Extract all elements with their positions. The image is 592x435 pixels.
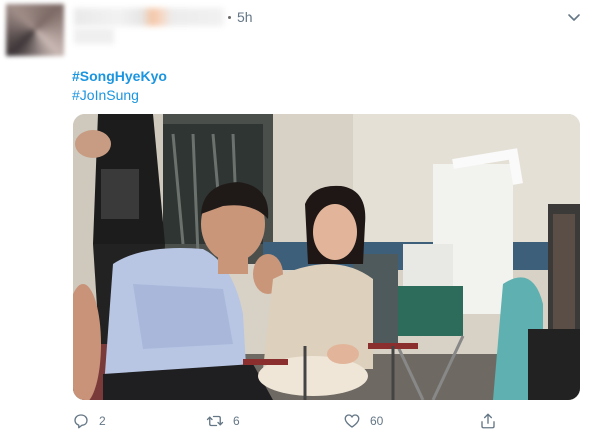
tweet-photo[interactable]: [73, 114, 580, 400]
author-handle-blurred: [74, 28, 114, 44]
tweet-actions: 2 6 60: [0, 405, 592, 435]
avatar[interactable]: [6, 4, 64, 56]
reply-icon: [74, 414, 88, 429]
share-icon: [481, 413, 495, 429]
hashtag-joinsung[interactable]: #JoInSung: [72, 87, 139, 103]
like-count: 60: [370, 414, 384, 428]
reply-count: 2: [99, 414, 106, 428]
like-button[interactable]: 60: [343, 411, 383, 431]
hashtag-songhyekyo[interactable]: #SongHyeKyo: [72, 68, 167, 84]
chevron-down-icon[interactable]: [566, 9, 582, 25]
retweet-button[interactable]: 6: [206, 411, 240, 431]
author-name-blurred[interactable]: [74, 8, 224, 26]
photo-illustration: [73, 114, 580, 400]
separator-dot: [228, 16, 231, 19]
retweet-count: 6: [233, 414, 240, 428]
heart-icon: [344, 414, 360, 428]
retweet-icon: [206, 415, 224, 427]
share-button[interactable]: [479, 411, 497, 431]
tweet-time[interactable]: 5h: [237, 9, 253, 25]
reply-button[interactable]: 2: [72, 411, 106, 431]
